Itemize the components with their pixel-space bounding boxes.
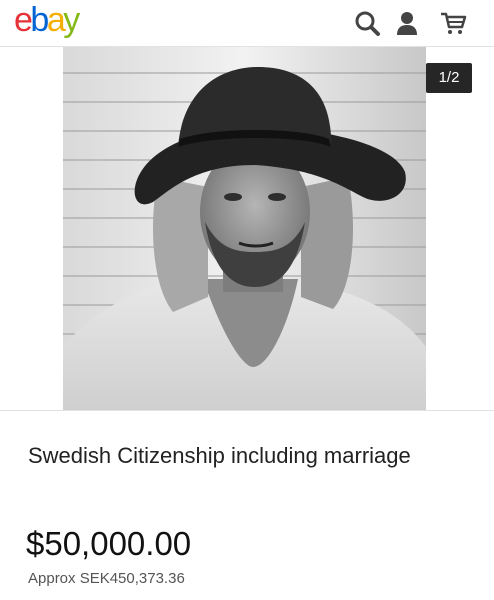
logo-letter: b [30, 1, 49, 39]
ebay-logo[interactable]: ebay [14, 0, 80, 40]
cart-icon[interactable] [438, 8, 468, 38]
listing-price: $50,000.00 [26, 525, 192, 562]
converted-price: Approx SEK450,373.36 [28, 570, 185, 587]
logo-letter: y [63, 1, 80, 39]
logo-letter: e [14, 1, 33, 39]
search-icon[interactable] [352, 8, 382, 38]
image-counter: 1/2 [426, 63, 472, 93]
user-icon[interactable] [392, 8, 422, 38]
listing-title: Swedish Citizenship including marriage [28, 443, 411, 468]
logo-letter: a [46, 1, 66, 39]
image-gallery[interactable]: 1/2 [0, 47, 494, 411]
header-bar: ebay [0, 0, 494, 47]
listing-photo[interactable] [63, 47, 426, 410]
